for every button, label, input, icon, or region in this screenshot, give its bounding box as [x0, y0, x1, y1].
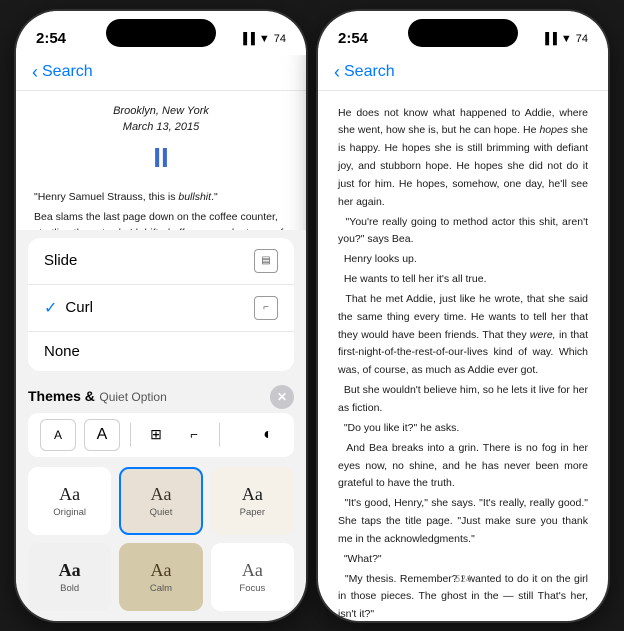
menu-item-curl[interactable]: ✓ Curl ⌐ [28, 285, 294, 332]
small-a-label: A [54, 428, 62, 442]
themes-title: Themes & [28, 388, 95, 404]
theme-original-aa: Aa [59, 484, 80, 505]
theme-quiet[interactable]: Aa Quiet [119, 467, 202, 535]
theme-bold-label: Bold [60, 583, 79, 594]
page-number: 524 [318, 572, 608, 591]
quiet-option-label: Quiet Option [99, 390, 166, 404]
theme-paper[interactable]: Aa Paper [211, 467, 294, 535]
separator-1 [130, 423, 131, 447]
font-increase-button[interactable]: A [84, 419, 120, 451]
font-decrease-button[interactable]: A [40, 419, 76, 451]
theme-bold[interactable]: Aa Bold [28, 543, 111, 611]
slide-icon: ▤ [254, 249, 278, 273]
theme-original[interactable]: Aa Original [28, 467, 111, 535]
back-arrow-icon: ‹ [32, 62, 38, 83]
curl-check: ✓ [44, 298, 57, 318]
theme-focus-label: Focus [239, 583, 265, 594]
phones-container: 2:54 ▐▐ ▼ 74 ‹ Search Brooklyn, New York… [0, 0, 624, 631]
status-time-right: 2:54 [338, 30, 368, 47]
reading-content[interactable]: He does not know what happened to Addie,… [318, 91, 608, 621]
status-icons-right: ▐▐ ▼ 74 [541, 33, 588, 45]
reading-para-4: He wants to tell her it's all true. [338, 271, 588, 289]
bottom-panel: Slide ▤ ✓ Curl ⌐ None Themes & Quiet Opt… [16, 230, 306, 621]
close-button[interactable]: ✕ [270, 385, 294, 409]
wifi-icon: ▼ [259, 33, 270, 45]
theme-original-label: Original [53, 507, 86, 518]
theme-quiet-aa: Aa [150, 484, 171, 505]
font-type-button[interactable]: ⊞ [141, 420, 171, 450]
back-button-right[interactable]: ‹ Search [334, 62, 395, 83]
themes-header: Themes & Quiet Option ✕ [16, 379, 306, 413]
theme-focus[interactable]: Aa Focus [211, 543, 294, 611]
book-header: Brooklyn, New York March 13, 2015 II [34, 103, 288, 179]
reading-para-7: "Do you like it?" he asks. [338, 420, 588, 438]
font-controls: A A ⊞ ⌐ ◐ [28, 413, 294, 457]
none-label: None [44, 343, 80, 360]
dynamic-island-right [408, 19, 518, 47]
curl-icon: ⌐ [254, 296, 278, 320]
reading-para-1: He does not know what happened to Addie,… [338, 105, 588, 212]
menu-item-slide[interactable]: Slide ▤ [28, 238, 294, 285]
nav-bar-right: ‹ Search [318, 55, 608, 91]
reading-para-6: But she wouldn't believe him, so he lets… [338, 382, 588, 418]
theme-paper-aa: Aa [242, 484, 263, 505]
signal-icon: ▐▐ [239, 33, 255, 45]
reading-para-10: "What?" [338, 551, 588, 569]
book-para-1: "Henry Samuel Strauss, this is bullshit.… [34, 189, 288, 206]
font-type-icon: ⊞ [150, 426, 162, 443]
battery-icon-right: 74 [576, 33, 588, 45]
separator-2 [219, 423, 220, 447]
reading-para-9: "It's good, Henry," she says. "It's real… [338, 495, 588, 549]
menu-item-none[interactable]: None [28, 332, 294, 371]
theme-calm[interactable]: Aa Calm [119, 543, 202, 611]
theme-grid: Aa Original Aa Quiet Aa Paper Aa Bold Aa [16, 463, 306, 621]
theme-calm-aa: Aa [150, 560, 171, 581]
theme-focus-aa: Aa [242, 560, 263, 581]
back-button-left[interactable]: ‹ Search [32, 62, 93, 83]
status-time-left: 2:54 [36, 30, 66, 47]
font-style-button[interactable]: ⌐ [179, 420, 209, 450]
back-label-left: Search [42, 63, 93, 81]
theme-paper-label: Paper [240, 507, 265, 518]
font-style-icon: ⌐ [190, 427, 198, 442]
theme-quiet-label: Quiet [150, 507, 173, 518]
large-a-label: A [97, 426, 108, 444]
back-arrow-icon-right: ‹ [334, 62, 340, 83]
signal-icon-right: ▐▐ [541, 33, 557, 45]
reading-para-2: "You're really going to method actor thi… [338, 214, 588, 250]
wifi-icon-right: ▼ [561, 33, 572, 45]
book-location: Brooklyn, New York March 13, 2015 [34, 103, 288, 136]
chapter-number: II [34, 136, 288, 179]
theme-calm-label: Calm [150, 583, 172, 594]
nav-bar-left: ‹ Search [16, 55, 306, 91]
right-phone: 2:54 ▐▐ ▼ 74 ‹ Search He does not know w… [318, 11, 608, 621]
brightness-button[interactable]: ◐ [254, 421, 282, 449]
theme-bold-aa: Aa [59, 560, 81, 581]
reading-para-8: And Bea breaks into a grin. There is no … [338, 440, 588, 494]
transition-menu: Slide ▤ ✓ Curl ⌐ None [28, 238, 294, 371]
brightness-icon: ◐ [263, 426, 273, 444]
reading-para-5: That he met Addie, just like he wrote, t… [338, 291, 588, 380]
back-label-right: Search [344, 63, 395, 81]
reading-para-3: Henry looks up. [338, 251, 588, 269]
left-phone: 2:54 ▐▐ ▼ 74 ‹ Search Brooklyn, New York… [16, 11, 306, 621]
dynamic-island [106, 19, 216, 47]
slide-label: Slide [44, 252, 77, 269]
status-icons-left: ▐▐ ▼ 74 [239, 33, 286, 45]
battery-icon: 74 [274, 33, 286, 45]
curl-label: Curl [57, 299, 254, 316]
